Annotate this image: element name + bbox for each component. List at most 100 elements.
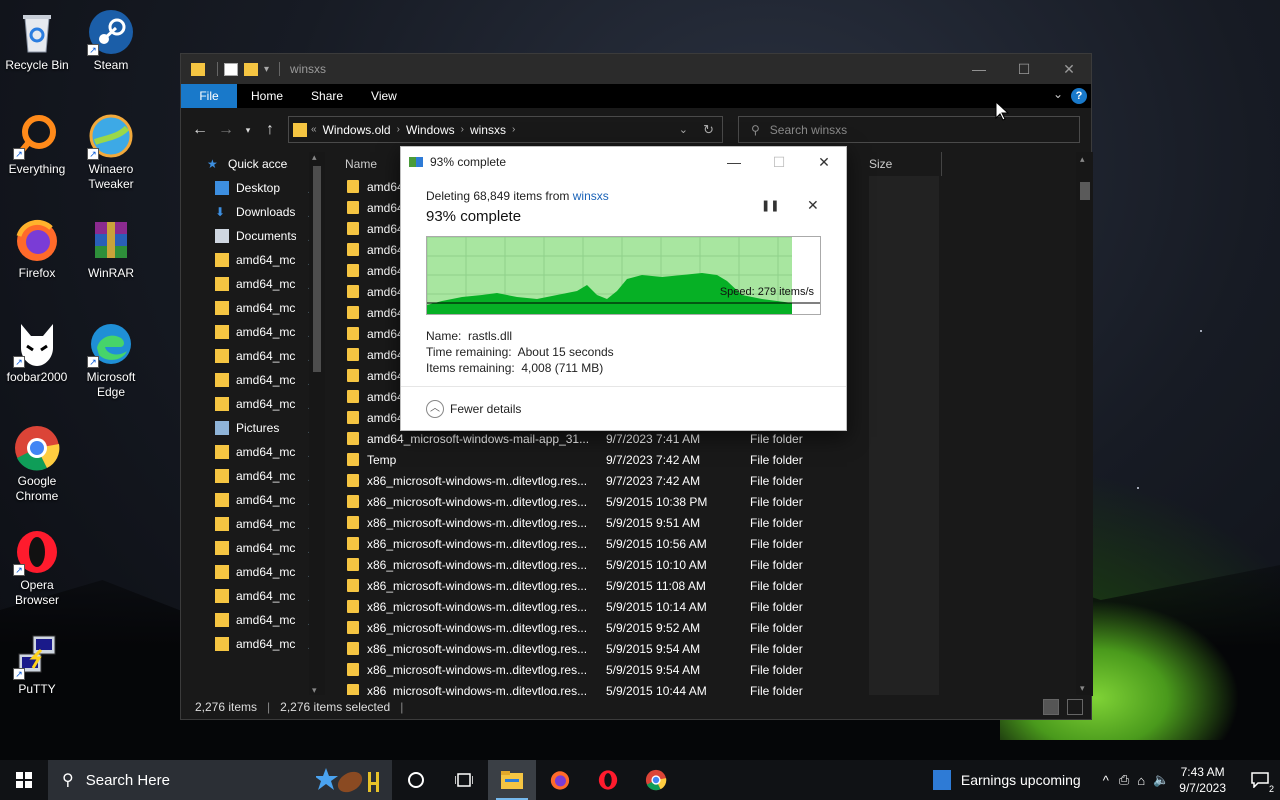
title-bar[interactable]: ▾ winsxs — ☐ ✕ <box>181 54 1091 84</box>
scrollbar-thumb[interactable] <box>313 166 321 372</box>
nav-item[interactable]: ★ Quick access <box>181 152 325 176</box>
table-row[interactable]: x86_microsoft-windows-m..ditevtlog.res..… <box>339 533 1079 554</box>
desktop-icon-winrar[interactable]: WinRAR <box>75 216 147 281</box>
breadcrumb-windows-old[interactable]: Windows.old <box>323 123 391 137</box>
table-row[interactable]: x86_microsoft-windows-m..ditevtlog.res..… <box>339 554 1079 575</box>
news-icon[interactable] <box>932 770 951 790</box>
dialog-close-button[interactable]: ✕ <box>801 147 847 177</box>
nav-item[interactable]: amd64_mc📌 <box>181 560 325 584</box>
overflow-chevron-icon[interactable]: « <box>311 124 317 135</box>
minimize-button[interactable]: — <box>956 54 1002 84</box>
nav-item[interactable]: amd64_mc📌 <box>181 488 325 512</box>
network-icon[interactable]: ⌂ <box>1137 773 1145 788</box>
nav-item[interactable]: amd64_mc📌 <box>181 608 325 632</box>
start-button[interactable] <box>0 760 48 800</box>
table-row[interactable]: Temp 9/7/2023 7:42 AM File folder <box>339 449 1079 470</box>
clock[interactable]: 7:43 AM 9/7/2023 <box>1179 764 1226 796</box>
show-hidden-icons-icon[interactable]: ^ <box>1103 773 1109 788</box>
customize-quick-access-icon[interactable]: ▾ <box>264 64 269 75</box>
recent-locations-chevron-icon[interactable]: ▾ <box>239 125 257 136</box>
table-row[interactable]: amd64_microsoft-windows-mail-app_31... 9/… <box>339 428 1079 449</box>
nav-item[interactable]: amd64_mc📌 <box>181 632 325 656</box>
tab-home[interactable]: Home <box>237 84 297 108</box>
new-folder-icon[interactable] <box>244 62 258 76</box>
nav-item[interactable]: amd64_mc📌 <box>181 296 325 320</box>
search-input[interactable]: ⚲ Search winsxs <box>738 116 1080 143</box>
cancel-icon[interactable]: ✕ <box>807 197 819 214</box>
nav-item[interactable]: amd64_mc📌 <box>181 392 325 416</box>
close-button[interactable]: ✕ <box>1046 54 1092 84</box>
scroll-up-icon[interactable]: ▴ <box>312 152 317 163</box>
desktop-icon-everything[interactable]: ↗ Everything <box>1 112 73 177</box>
fewer-details-button[interactable]: Fewer details <box>450 402 521 416</box>
nav-item[interactable]: amd64_mc📌 <box>181 272 325 296</box>
desktop-icon-opera-browser[interactable]: ↗ Opera Browser <box>1 528 73 608</box>
task-view-circle-icon[interactable] <box>392 760 440 800</box>
nav-item[interactable]: Desktop📌 <box>181 176 325 200</box>
column-header-name[interactable]: Name <box>345 157 377 171</box>
nav-item[interactable]: Pictures📌 <box>181 416 325 440</box>
desktop-icon-winaero-tweaker[interactable]: ↗ Winaero Tweaker <box>75 112 147 192</box>
desktop-icon-steam[interactable]: ↗ Steam <box>75 8 147 73</box>
desktop-icon-recycle-bin[interactable]: Recycle Bin <box>1 8 73 73</box>
help-icon[interactable]: ? <box>1071 88 1087 104</box>
up-arrow-icon[interactable]: ↑ <box>257 121 283 139</box>
maximize-button[interactable]: ☐ <box>1001 54 1047 84</box>
breadcrumb-separator-icon[interactable]: › <box>397 124 400 135</box>
taskbar-opera[interactable] <box>584 760 632 800</box>
desktop-icon-google-chrome[interactable]: Google Chrome <box>1 424 73 504</box>
large-icons-view-icon[interactable] <box>1067 699 1083 715</box>
address-dropdown-icon[interactable]: ⌄ <box>679 123 688 136</box>
breadcrumb-separator-icon[interactable]: › <box>461 124 464 135</box>
table-row[interactable]: x86_microsoft-windows-m..ditevtlog.res..… <box>339 512 1079 533</box>
table-row[interactable]: x86_microsoft-windows-m..ditevtlog.res..… <box>339 638 1079 659</box>
breadcrumb-separator-icon[interactable]: › <box>512 124 515 135</box>
source-folder-link[interactable]: winsxs <box>573 189 609 203</box>
chevron-up-icon[interactable]: ︿ <box>426 399 444 418</box>
desktop-icon-microsoft-edge[interactable]: ↗ Microsoft Edge <box>75 320 147 400</box>
nav-item[interactable]: ⬇Downloads📌 <box>181 200 325 224</box>
device-icon[interactable]: ⎙ <box>1119 772 1129 788</box>
scroll-up-icon[interactable]: ▴ <box>1080 154 1085 165</box>
back-arrow-icon[interactable]: ← <box>187 121 213 139</box>
task-view-icon[interactable] <box>440 760 488 800</box>
taskbar-file-explorer[interactable] <box>488 760 536 800</box>
tab-view[interactable]: View <box>357 84 411 108</box>
refresh-icon[interactable]: ↻ <box>703 122 714 138</box>
desktop-icon-firefox[interactable]: Firefox <box>1 216 73 281</box>
news-widget[interactable]: Earnings upcoming <box>961 772 1081 788</box>
nav-item[interactable]: amd64_mc📌 <box>181 536 325 560</box>
forward-arrow-icon[interactable]: → <box>213 121 239 139</box>
nav-item[interactable]: amd64_mc📌 <box>181 440 325 464</box>
table-row[interactable]: x86_microsoft-windows-m..ditevtlog.res..… <box>339 491 1079 512</box>
volume-icon[interactable]: 🔈 <box>1153 772 1169 788</box>
nav-item[interactable]: amd64_mc📌 <box>181 512 325 536</box>
desktop-icon-foobar2000[interactable]: ↗ foobar2000 <box>1 320 73 385</box>
action-center-button[interactable]: 2 <box>1240 760 1280 800</box>
column-header-size[interactable]: Size <box>869 152 942 176</box>
properties-icon[interactable] <box>224 62 238 76</box>
pause-icon[interactable]: ❚❚ <box>761 199 779 212</box>
scrollbar-thumb[interactable] <box>1080 182 1090 200</box>
dialog-minimize-button[interactable]: — <box>711 147 757 177</box>
taskbar-search-box[interactable]: ⚲ Search Here <box>48 760 392 800</box>
taskbar-chrome[interactable] <box>632 760 680 800</box>
nav-item[interactable]: amd64_mc📌 <box>181 344 325 368</box>
desktop-icon-putty[interactable]: ↗ PuTTY <box>1 632 73 697</box>
table-row[interactable]: x86_microsoft-windows-m..ditevtlog.res..… <box>339 575 1079 596</box>
file-list-scrollbar[interactable]: ▴ ▾ <box>1076 152 1093 696</box>
table-row[interactable]: x86_microsoft-windows-m..ditevtlog.res..… <box>339 470 1079 491</box>
address-bar[interactable]: « Windows.old › Windows › winsxs › ⌄ ↻ <box>288 116 723 143</box>
taskbar-firefox[interactable] <box>536 760 584 800</box>
expand-ribbon-icon[interactable]: ⌄ <box>1053 87 1063 101</box>
scroll-down-icon[interactable]: ▾ <box>1080 683 1085 694</box>
table-row[interactable]: x86_microsoft-windows-m..ditevtlog.res..… <box>339 680 1079 696</box>
tab-file[interactable]: File <box>181 84 237 108</box>
table-row[interactable]: x86_microsoft-windows-m..ditevtlog.res..… <box>339 617 1079 638</box>
table-row[interactable]: x86_microsoft-windows-m..ditevtlog.res..… <box>339 659 1079 680</box>
dialog-title-bar[interactable]: 93% complete — ☐ ✕ <box>401 147 846 177</box>
breadcrumb-winsxs[interactable]: winsxs <box>470 123 506 137</box>
breadcrumb-windows[interactable]: Windows <box>406 123 455 137</box>
nav-item[interactable]: amd64_mc📌 <box>181 368 325 392</box>
nav-item[interactable]: amd64_mc📌 <box>181 248 325 272</box>
